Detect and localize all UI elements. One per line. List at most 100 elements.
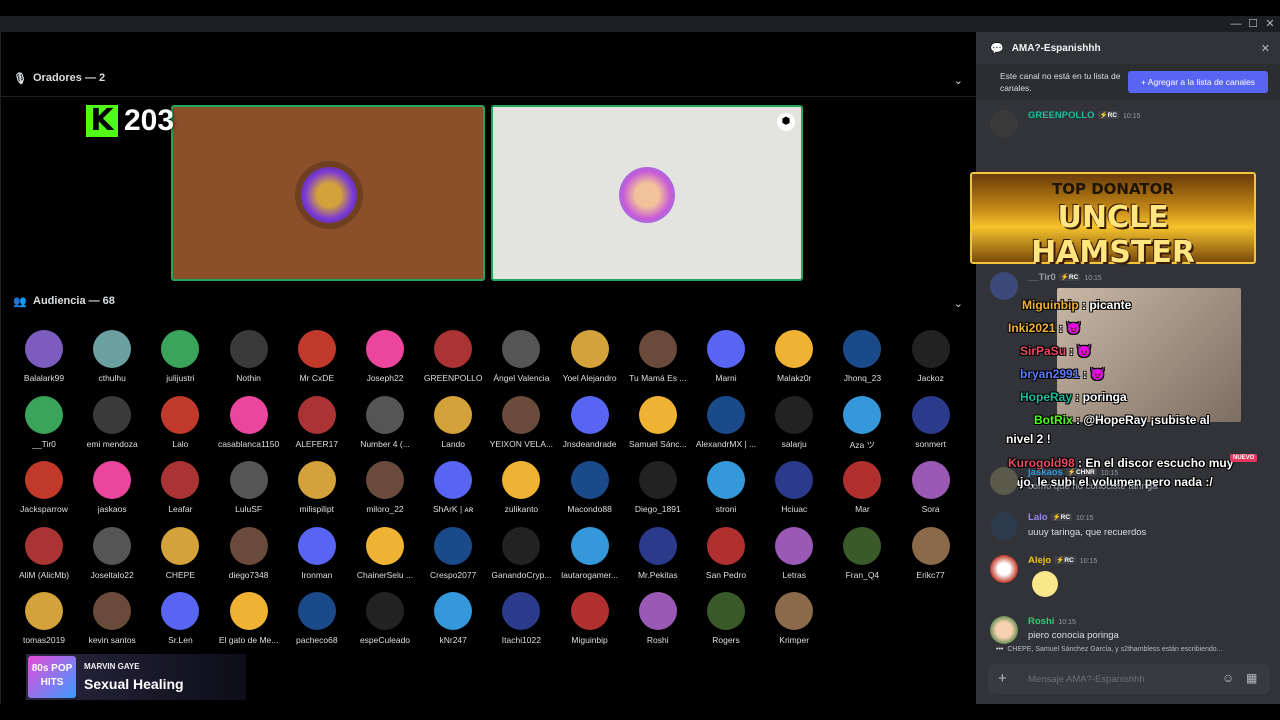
chevron-down-icon[interactable]: ⌄	[954, 297, 963, 310]
audience-member[interactable]: El gato de Me...	[215, 592, 283, 645]
avatar[interactable]	[990, 512, 1018, 540]
audience-member[interactable]: Erikc77	[897, 526, 965, 580]
audience-member[interactable]: GanandoCryp...	[487, 526, 555, 580]
audience-member[interactable]: Jacksparrow	[10, 461, 78, 514]
speakers-header[interactable]: 🎙 Oradores — 2	[13, 72, 105, 85]
audience-member[interactable]: Sora	[897, 461, 965, 514]
audience-member[interactable]: Jackoz	[897, 330, 965, 383]
audience-member[interactable]: Ángel Valencia	[487, 330, 555, 383]
add-to-channels-button[interactable]: + Agregar a la lista de canales	[1128, 71, 1268, 93]
audience-member[interactable]: Lando	[419, 395, 487, 449]
audience-member[interactable]: Tu Mamá Es ...	[624, 330, 692, 383]
audience-member[interactable]: ChainerSelu ...	[351, 526, 419, 580]
message-author[interactable]: jaskaos ⚡CHNR 10:15	[1028, 467, 1118, 478]
audience-member[interactable]: Fran_Q4	[828, 526, 896, 580]
audience-member[interactable]: casablanca1150	[215, 395, 283, 449]
speaker-tile-2[interactable]: ⬢	[491, 105, 803, 281]
audience-member[interactable]: San Pedro	[692, 526, 760, 580]
audience-member-name: Leafar	[168, 504, 193, 514]
audience-member[interactable]: Itachi1022	[487, 592, 555, 645]
audience-member[interactable]: julijustri	[146, 330, 214, 383]
avatar[interactable]	[990, 616, 1018, 644]
chat-message: Alejo ⚡RC 10:15	[990, 555, 1272, 599]
audience-member[interactable]: Krimper	[760, 592, 828, 645]
message-author[interactable]: Alejo ⚡RC 10:15	[1028, 555, 1097, 566]
audience-member-name: Jackoz	[917, 373, 944, 383]
audience-member[interactable]: zulikanto	[487, 461, 555, 514]
audience-member[interactable]: Joseph22	[351, 330, 419, 383]
audience-member[interactable]: Nothin	[215, 330, 283, 383]
audience-member[interactable]: Diego_1891	[624, 461, 692, 514]
avatar[interactable]	[990, 467, 1018, 495]
audience-member[interactable]: Sr.Len	[146, 592, 214, 645]
audience-member[interactable]: Jhonq_23	[828, 330, 896, 383]
apps-icon[interactable]: ▦	[1246, 671, 1257, 685]
audience-member[interactable]: Miguinbip	[556, 592, 624, 645]
audience-header[interactable]: 👥 Audiencia — 68	[13, 295, 115, 308]
add-attachment-icon[interactable]: +	[998, 670, 1007, 688]
audience-member[interactable]: Hciuac	[760, 461, 828, 514]
audience-member[interactable]: espeCuleado	[351, 592, 419, 645]
audience-member-name: Joseltalo22	[90, 569, 134, 580]
message-author[interactable]: GREENPOLLO ⚡RC 10:15	[1028, 110, 1141, 121]
audience-member[interactable]: emi mendoza	[78, 395, 146, 449]
audience-member[interactable]: LuluSF	[215, 461, 283, 514]
message-author[interactable]: Lalo ⚡RC 10:15	[1028, 512, 1094, 523]
audience-member[interactable]: Leafar	[146, 461, 214, 514]
audience-member[interactable]: ShArK | ᴀʀ	[419, 461, 487, 514]
audience-member[interactable]: Aza ツ	[828, 395, 896, 451]
audience-member[interactable]: Malakz0r	[760, 330, 828, 383]
audience-member[interactable]: Roshi	[624, 592, 692, 645]
shield-icon[interactable]: ⬢	[777, 113, 795, 131]
audience-member[interactable]: Lalo	[146, 395, 214, 449]
audience-member[interactable]: pacheco68	[283, 592, 351, 645]
audience-member[interactable]: Mar	[828, 461, 896, 514]
audience-member[interactable]: tomas2019	[10, 592, 78, 645]
audience-member[interactable]: miloro_22	[351, 461, 419, 514]
avatar[interactable]	[990, 110, 1018, 138]
message-author[interactable]: Roshi 10:15	[1028, 616, 1076, 627]
audience-member[interactable]: YEIXON VELA...	[487, 395, 555, 449]
audience-member[interactable]: Mr CxDE	[283, 330, 351, 383]
speaker-tile-1[interactable]	[171, 105, 485, 281]
audience-member[interactable]: Yoel Alejandro	[556, 330, 624, 383]
audience-member[interactable]: salarju	[760, 395, 828, 449]
audience-member[interactable]: diego7348	[215, 526, 283, 580]
audience-member[interactable]: jaskaos	[78, 461, 146, 514]
audience-member[interactable]: AliM (AlicMb)	[10, 526, 78, 580]
audience-member[interactable]: Ironman	[283, 526, 351, 580]
audience-member[interactable]: kNr247	[419, 592, 487, 645]
audience-member[interactable]: stroni	[692, 461, 760, 514]
audience-member[interactable]: GREENPOLLO	[419, 330, 487, 383]
audience-member[interactable]: Mr.Pekitas	[624, 526, 692, 580]
message-input[interactable]	[1028, 671, 1208, 687]
audience-member[interactable]: kevin santos	[78, 592, 146, 645]
audience-member[interactable]: Joseltalo22	[78, 526, 146, 580]
audience-member[interactable]: Number 4 (...	[351, 395, 419, 449]
chevron-down-icon[interactable]: ⌄	[954, 74, 963, 87]
audience-member[interactable]: Balalark99	[10, 330, 78, 383]
audience-member[interactable]: ALEFER17	[283, 395, 351, 449]
audience-member[interactable]: AlexandrMX | ...	[692, 395, 760, 449]
audience-member[interactable]: Rogers	[692, 592, 760, 645]
audience-member[interactable]: CHEPE	[146, 526, 214, 580]
close-window-button[interactable]: ✕	[1260, 16, 1280, 32]
audience-member[interactable]: Jnsdeandrade	[556, 395, 624, 449]
audience-label: Audiencia — 68	[33, 295, 115, 307]
emoji-icon[interactable]: ☺	[1222, 671, 1234, 685]
audience-member[interactable]: lautarogamer...	[556, 526, 624, 580]
audience-member[interactable]: Macondo88	[556, 461, 624, 514]
avatar[interactable]	[990, 272, 1018, 300]
audience-member[interactable]: milispilipt	[283, 461, 351, 514]
avatar[interactable]	[990, 555, 1018, 583]
close-icon[interactable]: ✕	[1261, 42, 1270, 55]
audience-member[interactable]: Crespo2077	[419, 526, 487, 580]
audience-member[interactable]: __Tir0	[10, 395, 78, 449]
message-author[interactable]: __Tir0 ⚡RC 10:15	[1028, 272, 1102, 283]
audience-member[interactable]: sonmert	[897, 395, 965, 449]
audience-member[interactable]: Samuel Sánc...	[624, 395, 692, 449]
audience-member[interactable]: cthulhu	[78, 330, 146, 383]
audience-member[interactable]: Letras	[760, 526, 828, 580]
avatar	[161, 395, 200, 434]
audience-member[interactable]: Marni	[692, 330, 760, 383]
